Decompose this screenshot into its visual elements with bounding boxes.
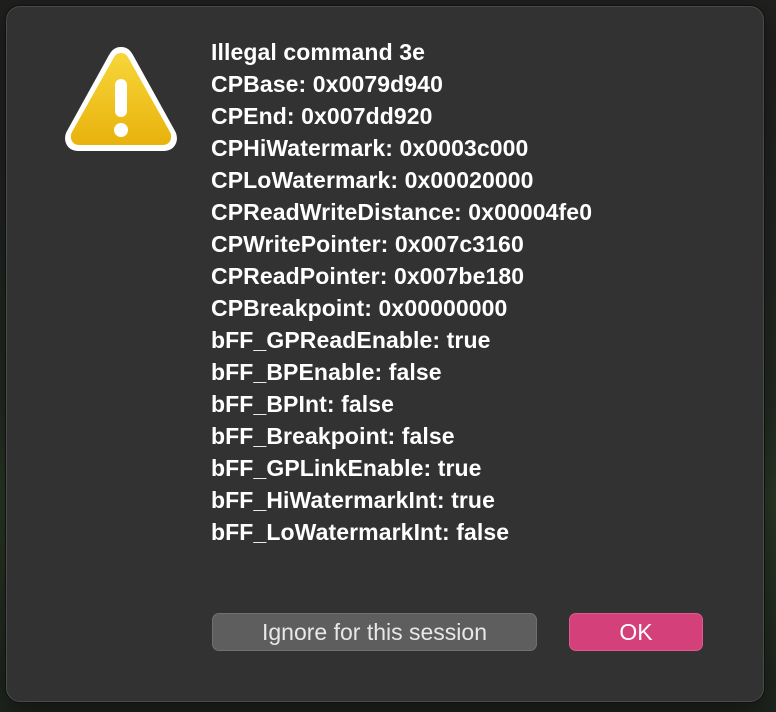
message-line: bFF_Breakpoint: false [211,423,455,449]
message-line: bFF_BPInt: false [211,391,395,417]
message-line: CPReadPointer: 0x007be180 [211,263,525,289]
alert-dialog: Illegal command 3e CPBase: 0x0079d940 CP… [6,6,764,702]
message-line: bFF_GPReadEnable: true [211,327,491,353]
message-line: bFF_BPEnable: false [211,359,442,385]
message-line: CPBase: 0x0079d940 [211,71,443,97]
message-line: CPHiWatermark: 0x0003c000 [211,135,529,161]
warning-triangle-icon [65,47,177,151]
message-line: bFF_GPLinkEnable: true [211,455,482,481]
message-line: CPBreakpoint: 0x00000000 [211,295,508,321]
message-line: CPReadWriteDistance: 0x00004fe0 [211,199,593,225]
message-line: bFF_HiWatermarkInt: true [211,487,495,513]
message-line: CPLoWatermark: 0x00020000 [211,167,534,193]
ignore-for-session-button[interactable]: Ignore for this session [212,613,537,651]
message-line: CPEnd: 0x007dd920 [211,103,433,129]
alert-message: Illegal command 3e CPBase: 0x0079d940 CP… [211,36,592,548]
message-line: CPWritePointer: 0x007c3160 [211,231,524,257]
ok-button[interactable]: OK [569,613,703,651]
message-line: Illegal command 3e [211,39,425,65]
message-line: bFF_LoWatermarkInt: false [211,519,510,545]
